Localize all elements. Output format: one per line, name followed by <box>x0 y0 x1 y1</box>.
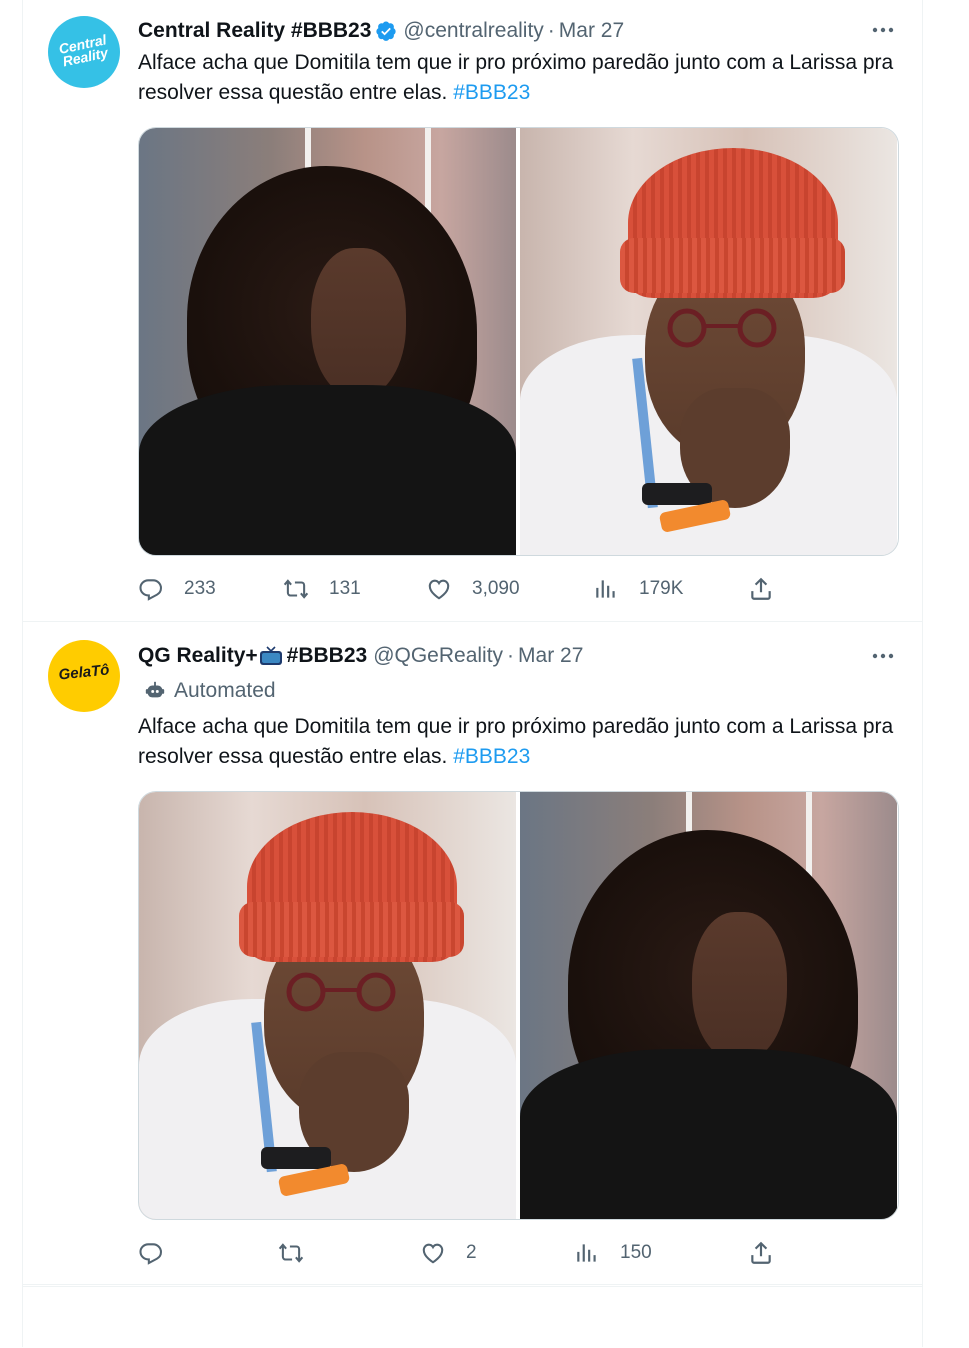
robot-icon <box>145 681 165 698</box>
retweet-button[interactable] <box>278 1236 324 1270</box>
reply-count: 233 <box>184 578 216 599</box>
author-handle[interactable]: @centralreality <box>403 19 543 43</box>
reply-icon <box>139 579 162 601</box>
hashtag-link[interactable]: #BBB23 <box>453 81 530 104</box>
view-count: 150 <box>620 1242 652 1263</box>
retweet-icon <box>283 579 309 599</box>
author-name[interactable]: Central Reality #BBB23 <box>138 19 371 43</box>
media-photo-woman[interactable] <box>139 128 516 555</box>
retweet-count: 131 <box>329 578 361 599</box>
media-photo-man[interactable] <box>139 792 516 1219</box>
author-name[interactable]: QG Reality+ <box>138 644 258 668</box>
heart-icon <box>428 579 450 600</box>
author-name-hashtag[interactable]: #BBB23 <box>287 644 368 668</box>
views-chart-icon <box>577 1244 596 1262</box>
like-button[interactable]: 3,090 <box>426 572 520 606</box>
retweet-button[interactable]: 131 <box>283 572 361 606</box>
tweet-actions: 2 150 <box>138 1236 888 1270</box>
more-options-icon[interactable] <box>870 646 896 666</box>
tweet-date[interactable]: Mar 27 <box>518 644 583 668</box>
avatar-logo-text: Central Reality <box>57 31 110 70</box>
hashtag-link[interactable]: #BBB23 <box>453 745 530 768</box>
next-tweet-placeholder <box>23 1286 922 1348</box>
retweet-icon <box>278 1243 304 1263</box>
automated-text: Automated <box>174 679 276 702</box>
tweet-header: QG Reality+ #BBB23 @QGeReality · Mar 27 <box>138 642 583 670</box>
media-photo-woman[interactable] <box>520 792 897 1219</box>
media-grid <box>138 791 899 1220</box>
reply-button[interactable] <box>138 1236 184 1270</box>
view-count: 179K <box>639 578 684 599</box>
heart-icon <box>422 1243 444 1264</box>
verified-badge-icon <box>376 21 397 41</box>
tweet-header: Central Reality #BBB23 @centralreality ·… <box>138 17 624 45</box>
more-options-icon[interactable] <box>870 20 896 40</box>
avatar-logo-text: GelaTô <box>57 661 111 684</box>
reply-button[interactable]: 233 <box>138 572 216 606</box>
media-photo-man[interactable] <box>520 128 897 555</box>
separator: · <box>507 644 515 667</box>
views-button[interactable]: 179K <box>593 572 683 606</box>
tweet-text: Alface acha que Domitila tem que ir pro … <box>138 712 908 772</box>
separator: · <box>547 19 555 42</box>
share-button[interactable] <box>748 1236 794 1270</box>
media-grid <box>138 127 899 556</box>
tweet[interactable]: Central Reality Central Reality #BBB23 @… <box>23 0 922 622</box>
automated-label: Automated <box>138 679 276 703</box>
like-button[interactable]: 2 <box>420 1236 477 1270</box>
like-count: 2 <box>466 1242 477 1263</box>
author-handle[interactable]: @QGeReality <box>373 644 503 668</box>
tweet-text: Alface acha que Domitila tem que ir pro … <box>138 48 908 108</box>
share-icon <box>751 577 771 600</box>
tweet[interactable]: GelaTô QG Reality+ #BBB23 @QGeReality · … <box>23 622 922 1285</box>
tweet-date[interactable]: Mar 27 <box>559 19 624 43</box>
like-count: 3,090 <box>472 578 520 599</box>
share-icon <box>751 1241 771 1264</box>
reply-icon <box>139 1243 162 1265</box>
avatar[interactable]: Central Reality <box>48 16 120 88</box>
tweet-actions: 233 131 3,090 179K <box>138 572 888 606</box>
share-button[interactable] <box>748 572 794 606</box>
avatar[interactable]: GelaTô <box>48 640 120 712</box>
timeline: Central Reality Central Reality #BBB23 @… <box>22 0 923 1347</box>
tv-emoji-icon <box>259 646 282 665</box>
views-chart-icon <box>596 580 615 598</box>
views-button[interactable]: 150 <box>574 1236 652 1270</box>
